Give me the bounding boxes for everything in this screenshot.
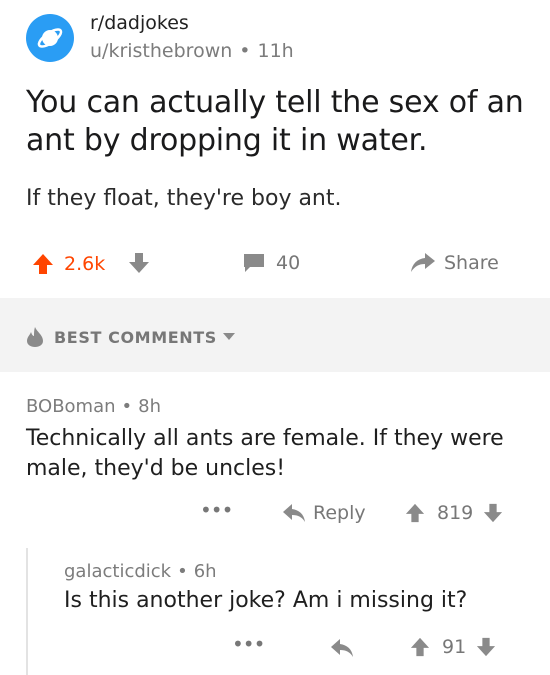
comment-vote-controls: 819 (405, 502, 503, 524)
arrow-down-icon[interactable] (483, 503, 503, 523)
comment-bubble-icon (244, 254, 264, 272)
post-age: 11h (257, 40, 294, 62)
reply-reply-button[interactable] (330, 638, 354, 658)
caret-down-icon (222, 333, 235, 340)
reply-vote-controls: 91 (410, 636, 496, 658)
share-label: Share (444, 252, 499, 274)
sort-label: BEST COMMENTS (54, 327, 217, 347)
comment-reply-button[interactable]: Reply (282, 502, 366, 524)
meta-separator: • (239, 40, 251, 62)
post-upvote-button[interactable]: 2.6k (32, 253, 105, 275)
reply-author[interactable]: galacticdick (64, 561, 171, 582)
comment-author[interactable]: BOBoman (26, 396, 116, 417)
reply-more-button[interactable]: ••• (232, 632, 265, 656)
post-meta: u/kristhebrown • 11h (90, 40, 294, 62)
flame-icon (27, 327, 43, 347)
post-title[interactable]: You can actually tell the sex of an ant … (26, 84, 531, 160)
reply-body: Is this another joke? Am i missing it? (64, 588, 468, 613)
comment-count: 40 (276, 252, 301, 274)
post-share-button[interactable]: Share (410, 252, 499, 274)
comment-age: 8h (138, 396, 162, 417)
comment-more-button[interactable]: ••• (200, 498, 233, 522)
subreddit-icon[interactable] (26, 14, 74, 62)
reply-arrow-icon (331, 639, 353, 657)
comments-sort-dropdown[interactable]: BEST COMMENTS (26, 326, 235, 348)
arrow-up-icon (33, 254, 53, 274)
post-author[interactable]: u/kristhebrown (90, 40, 232, 62)
post-comments-button[interactable]: 40 (242, 252, 300, 274)
reply-age: 6h (193, 561, 217, 582)
reply-meta: galacticdick • 6h (64, 561, 217, 582)
meta-separator: • (121, 396, 133, 417)
arrow-up-icon[interactable] (410, 637, 430, 657)
subreddit-name[interactable]: r/dadjokes (90, 12, 189, 34)
post-score: 2.6k (64, 253, 106, 275)
share-arrow-icon (411, 253, 435, 272)
post-downvote-button[interactable] (128, 252, 150, 274)
arrow-down-icon (129, 253, 149, 273)
reply-arrow-icon (283, 504, 305, 522)
planet-icon (37, 28, 63, 48)
comment-body: Technically all ants are female. If they… (26, 426, 504, 481)
arrow-up-icon[interactable] (405, 503, 425, 523)
comment-meta: BOBoman • 8h (26, 396, 161, 417)
reply-label: Reply (313, 502, 366, 524)
post-body: If they float, they're boy ant. (26, 186, 342, 211)
comment-score: 819 (437, 502, 474, 524)
meta-separator: • (177, 561, 188, 582)
comment-thread-line[interactable] (26, 548, 28, 675)
reply-score: 91 (442, 636, 467, 658)
arrow-down-icon[interactable] (476, 637, 496, 657)
